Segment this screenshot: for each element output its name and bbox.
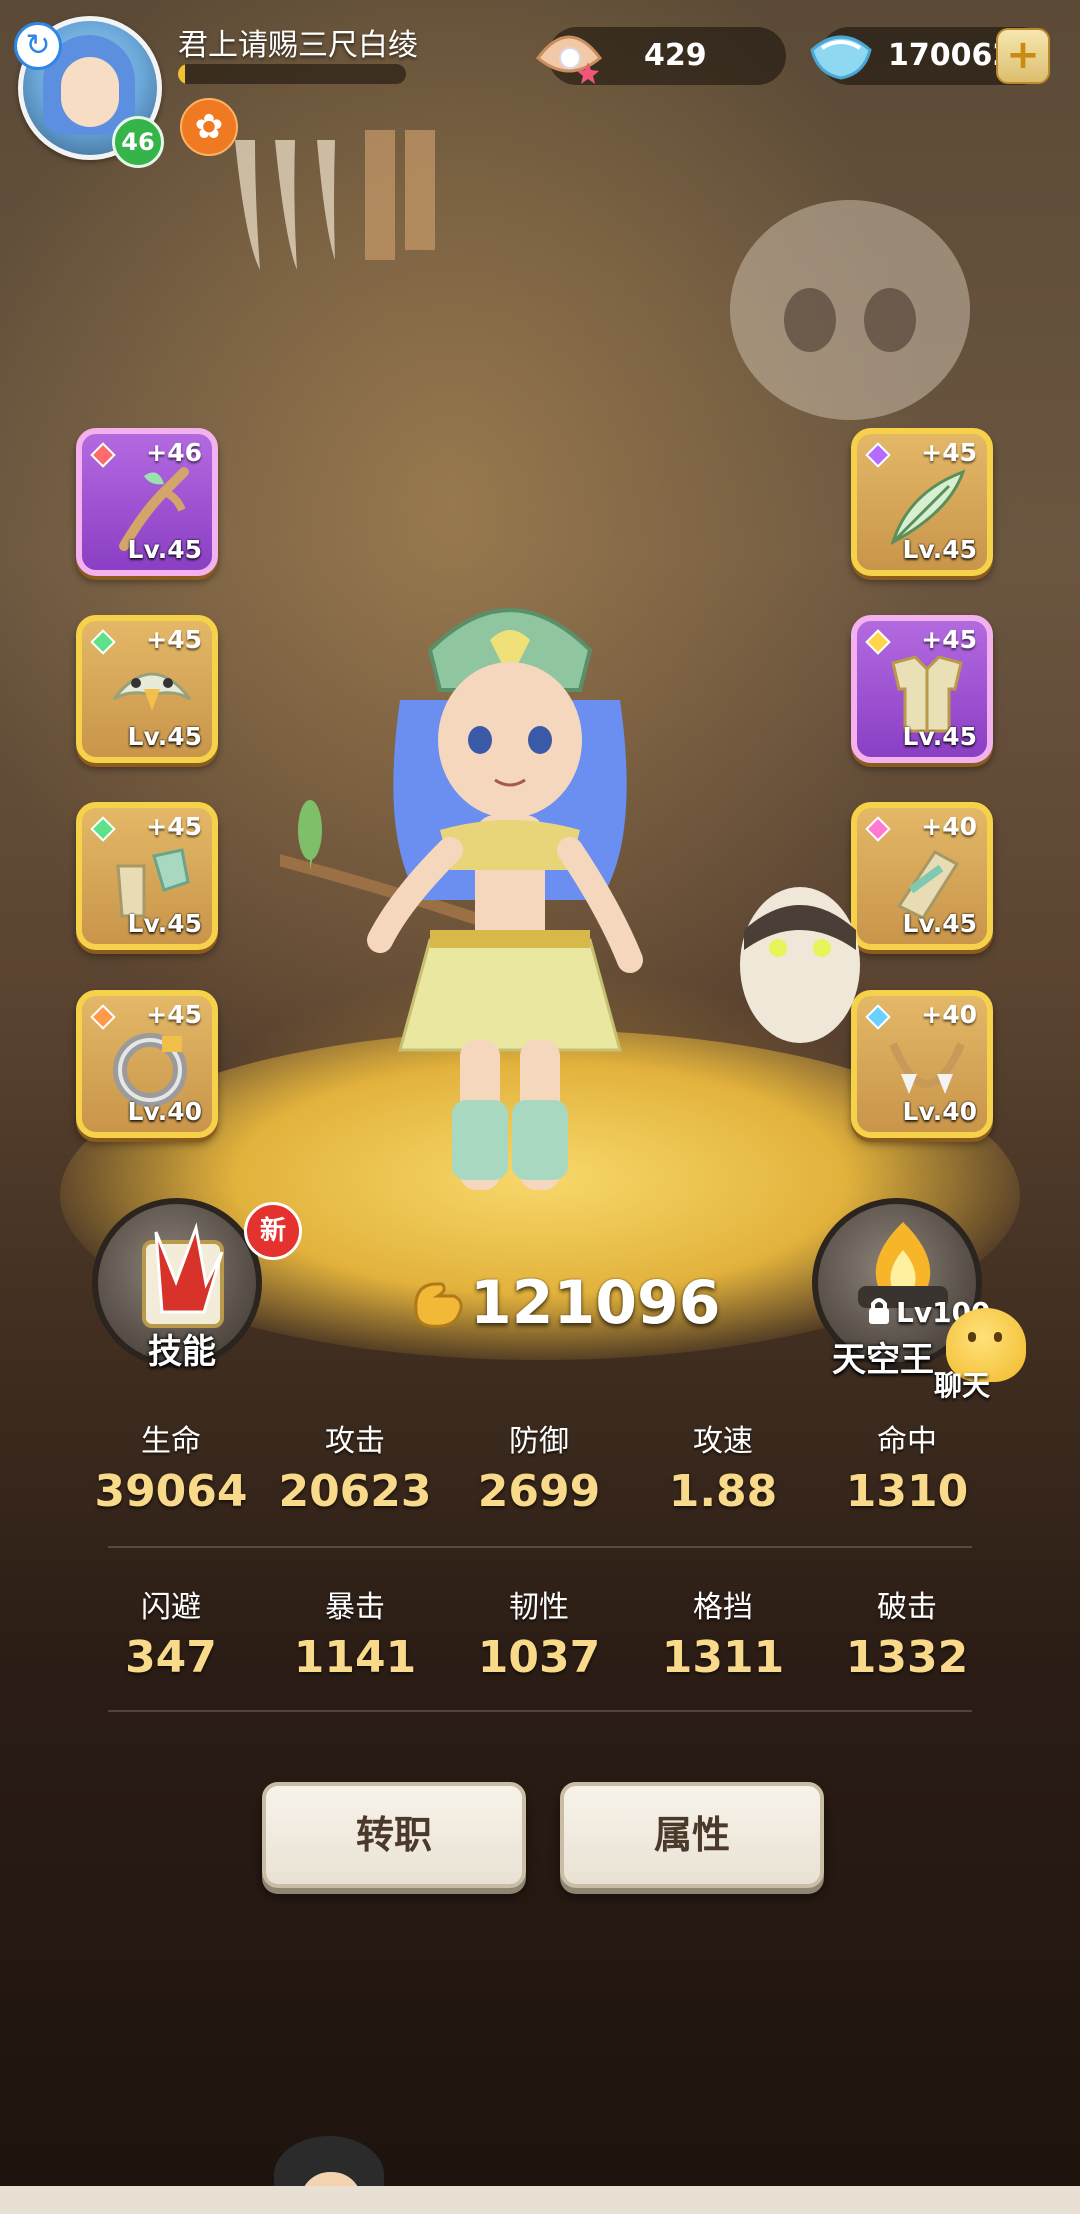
- stat-toughness: 韧性 1037: [447, 1582, 631, 1683]
- skull-decor-icon: [730, 200, 970, 420]
- stat-attack-speed: 攻速 1.88: [631, 1416, 815, 1517]
- exp-bar: [178, 64, 406, 84]
- egg-pet-icon: [740, 887, 860, 1043]
- stat-label: 暴击: [325, 1590, 385, 1625]
- stat-label: 防御: [509, 1424, 569, 1459]
- stat-label: 格挡: [693, 1590, 753, 1625]
- stat-dodge: 闪避 347: [79, 1582, 263, 1683]
- stat-value: 20623: [278, 1466, 432, 1517]
- stats-row-1: 生命 39064 攻击 20623 防御 2699 攻速 1.88 命中 1310: [79, 1416, 1001, 1517]
- pearl-amount: 429: [644, 38, 707, 73]
- stat-crit: 暴击 1141: [263, 1582, 447, 1683]
- attributes-button[interactable]: 属性: [560, 1782, 824, 1888]
- stat-value: 1332: [845, 1632, 969, 1683]
- item-level: Lv.45: [127, 722, 202, 751]
- bottom-nav-bar: [0, 2186, 1080, 2214]
- item-level: Lv.40: [902, 1097, 977, 1126]
- equipment-slot-ring[interactable]: +45 Lv.40: [76, 990, 218, 1138]
- stat-value: 39064: [94, 1466, 248, 1517]
- equipment-slot-armor[interactable]: +45 Lv.45: [851, 615, 993, 763]
- skill-button-label: 技能: [148, 1332, 216, 1372]
- stats-divider: [108, 1546, 972, 1548]
- stat-value: 2699: [477, 1466, 601, 1517]
- equipment-slot-helmet[interactable]: +45 Lv.45: [76, 615, 218, 763]
- item-level: Lv.45: [902, 535, 977, 564]
- item-level: Lv.45: [902, 722, 977, 751]
- item-level: Lv.45: [127, 535, 202, 564]
- item-level: Lv.45: [902, 909, 977, 938]
- stat-block: 格挡 1311: [631, 1582, 815, 1683]
- stat-break: 破击 1332: [815, 1582, 999, 1683]
- equipment-slot-accessory[interactable]: +45 Lv.45: [851, 428, 993, 576]
- stats-row-2: 闪避 347 暴击 1141 韧性 1037 格挡 1311 破击 1332: [79, 1582, 1001, 1683]
- add-currency-button[interactable]: +: [996, 28, 1050, 84]
- pearl-shell-icon: [535, 35, 603, 84]
- stat-attack: 攻击 20623: [263, 1416, 447, 1517]
- item-level: Lv.40: [127, 1097, 202, 1126]
- stat-label: 韧性: [509, 1590, 569, 1625]
- stat-value: 1310: [845, 1466, 969, 1517]
- stat-value: 1311: [661, 1632, 785, 1683]
- stat-label: 生命: [141, 1424, 201, 1459]
- equipment-slot-bracer[interactable]: +40 Lv.45: [851, 802, 993, 950]
- stat-label: 闪避: [141, 1590, 201, 1625]
- equipment-slot-necklace[interactable]: +40 Lv.40: [851, 990, 993, 1138]
- stat-value: 347: [125, 1632, 217, 1683]
- equipment-slot-weapon[interactable]: +46 Lv.45: [76, 428, 218, 576]
- chat-button-label[interactable]: 聊天: [934, 1364, 990, 1404]
- lock-icon: [869, 1298, 889, 1324]
- sky-king-label: 天空王: [832, 1340, 934, 1380]
- combat-power-value: 121096: [470, 1268, 721, 1338]
- exp-bar-fill: [178, 64, 185, 84]
- stat-defense: 防御 2699: [447, 1416, 631, 1517]
- stat-hp: 生命 39064: [79, 1416, 263, 1517]
- hanging-claws-decor-icon: [235, 130, 435, 270]
- stats-divider: [108, 1710, 972, 1712]
- skill-book-icon: [142, 1222, 224, 1328]
- stat-value: 1141: [293, 1632, 417, 1683]
- job-transfer-button[interactable]: 转职: [262, 1782, 526, 1888]
- new-badge: 新: [244, 1202, 302, 1260]
- player-name: 君上请赐三尺白绫: [178, 28, 418, 63]
- player-level-badge: 46: [112, 116, 164, 168]
- diamond-amount: 170062: [888, 38, 1014, 73]
- stat-label: 破击: [877, 1590, 937, 1625]
- player-character[interactable]: [280, 580, 740, 1240]
- combat-power-icon: [414, 1282, 463, 1328]
- refresh-icon[interactable]: ↻: [14, 22, 62, 70]
- stat-label: 命中: [877, 1424, 937, 1459]
- stat-label: 攻击: [325, 1424, 385, 1459]
- stat-value: 1037: [477, 1632, 601, 1683]
- equipment-slot-boots[interactable]: +45 Lv.45: [76, 802, 218, 950]
- stat-value: 1.88: [668, 1466, 778, 1517]
- stat-hit: 命中 1310: [815, 1416, 999, 1517]
- diamond-icon: [810, 35, 872, 80]
- item-level: Lv.45: [127, 909, 202, 938]
- stat-label: 攻速: [693, 1424, 753, 1459]
